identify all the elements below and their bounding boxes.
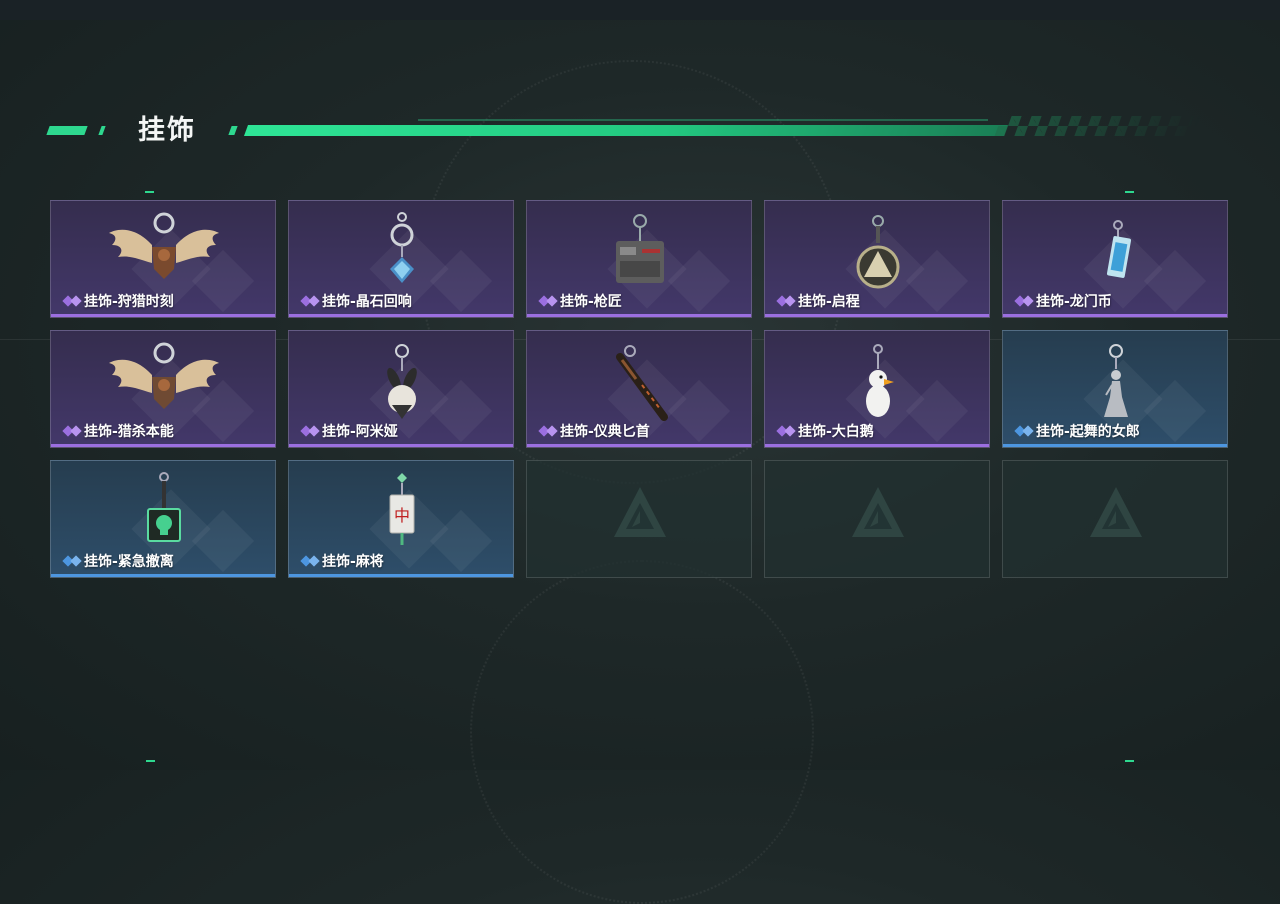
rarity-bar — [527, 444, 751, 447]
empty-slot[interactable] — [764, 460, 990, 578]
rarity-bar — [51, 444, 275, 447]
rarity-bar — [51, 314, 275, 317]
header-thin-line — [418, 119, 988, 121]
rarity-epic-icon — [300, 295, 320, 307]
charm-name: 挂饰-启程 — [798, 294, 860, 310]
charm-card[interactable]: 挂饰-猎杀本能 — [50, 330, 276, 448]
header-accent-dash — [46, 126, 88, 135]
charm-card[interactable]: 挂饰-狩猎时刻 — [50, 200, 276, 318]
rarity-bar — [289, 314, 513, 317]
charm-card[interactable]: 挂饰-大白鹅 — [764, 330, 990, 448]
rarity-epic-icon — [776, 295, 796, 307]
header-accent-dash — [228, 126, 238, 135]
mahjong-glyph: 中 — [394, 506, 410, 525]
charm-card[interactable]: 挂饰-仪典匕首 — [526, 330, 752, 448]
charm-name: 挂饰-仪典匕首 — [560, 424, 650, 440]
card-charm-icon — [1106, 220, 1132, 278]
mahjong-tile-charm-icon: 中 — [389, 473, 415, 545]
corner-tick — [145, 191, 154, 193]
empty-slot[interactable] — [1002, 460, 1228, 578]
empty-slot-logo-icon — [614, 487, 666, 537]
rarity-epic-icon — [776, 425, 796, 437]
rarity-epic-icon — [62, 295, 82, 307]
rarity-rare-icon — [300, 555, 320, 567]
rarity-epic-icon — [62, 425, 82, 437]
dancer-figurine-charm-icon — [1104, 344, 1128, 417]
header-checker-pattern — [994, 116, 1202, 136]
rarity-bar — [527, 314, 751, 317]
section-header: 挂饰 — [46, 108, 1208, 148]
corner-tick — [1125, 760, 1134, 762]
rarity-epic-icon — [538, 295, 558, 307]
charm-grid: 挂饰-狩猎时刻 挂饰-晶石回响 挂饰-枪匠 挂饰-启程 挂饰-龙门币 挂饰-猎杀… — [50, 200, 1230, 580]
charm-name: 挂饰-龙门币 — [1036, 294, 1112, 310]
corner-tick — [1125, 191, 1134, 193]
rarity-bar — [1003, 444, 1227, 447]
charm-card[interactable]: 挂饰-启程 — [764, 200, 990, 318]
charm-name: 挂饰-大白鹅 — [798, 424, 874, 440]
rarity-bar — [765, 314, 989, 317]
charm-name: 挂饰-晶石回响 — [322, 294, 412, 310]
rarity-rare-icon — [62, 555, 82, 567]
rarity-bar — [1003, 314, 1227, 317]
empty-slot[interactable] — [526, 460, 752, 578]
charm-card[interactable]: 挂饰-枪匠 — [526, 200, 752, 318]
skull-box-charm-icon — [147, 472, 181, 542]
gun-part-charm-icon — [616, 214, 664, 283]
dagger-charm-icon — [616, 345, 668, 421]
moose-antler-charm-icon — [109, 212, 219, 279]
charm-name: 挂饰-起舞的女郎 — [1036, 424, 1140, 440]
section-title: 挂饰 — [138, 115, 196, 146]
background-ring-decoration — [470, 560, 814, 904]
rarity-bar — [289, 444, 513, 447]
header-accent-bar — [243, 125, 1009, 136]
rarity-epic-icon — [300, 425, 320, 437]
charm-card[interactable]: 挂饰-龙门币 — [1002, 200, 1228, 318]
crystal-ring-charm-icon — [390, 212, 414, 283]
rarity-rare-icon — [1014, 425, 1034, 437]
charm-card[interactable]: 挂饰-起舞的女郎 — [1002, 330, 1228, 448]
charm-name: 挂饰-阿米娅 — [322, 424, 398, 440]
empty-slot-logo-icon — [1090, 487, 1142, 537]
header-accent-dash — [98, 126, 106, 135]
charm-card[interactable]: 中 挂饰-麻将 — [288, 460, 514, 578]
top-bar — [0, 0, 1280, 20]
charm-name: 挂饰-猎杀本能 — [84, 424, 174, 440]
moose-antler-charm-icon — [109, 342, 219, 409]
charm-name: 挂饰-麻将 — [322, 554, 384, 570]
charm-name: 挂饰-枪匠 — [560, 294, 622, 310]
corner-tick — [146, 760, 155, 762]
rarity-epic-icon — [538, 425, 558, 437]
charm-card[interactable]: 挂饰-阿米娅 — [288, 330, 514, 448]
charm-name: 挂饰-狩猎时刻 — [84, 294, 174, 310]
charm-card[interactable]: 挂饰-晶石回响 — [288, 200, 514, 318]
rarity-bar — [51, 574, 275, 577]
rarity-epic-icon — [1014, 295, 1034, 307]
empty-slot-logo-icon — [852, 487, 904, 537]
goose-charm-icon — [866, 344, 894, 417]
bunny-charm-icon — [387, 344, 417, 419]
charm-name: 挂饰-紧急撤离 — [84, 554, 174, 570]
charm-card[interactable]: 挂饰-紧急撤离 — [50, 460, 276, 578]
rarity-bar — [289, 574, 513, 577]
rarity-bar — [765, 444, 989, 447]
round-emblem-charm-icon — [856, 215, 900, 289]
